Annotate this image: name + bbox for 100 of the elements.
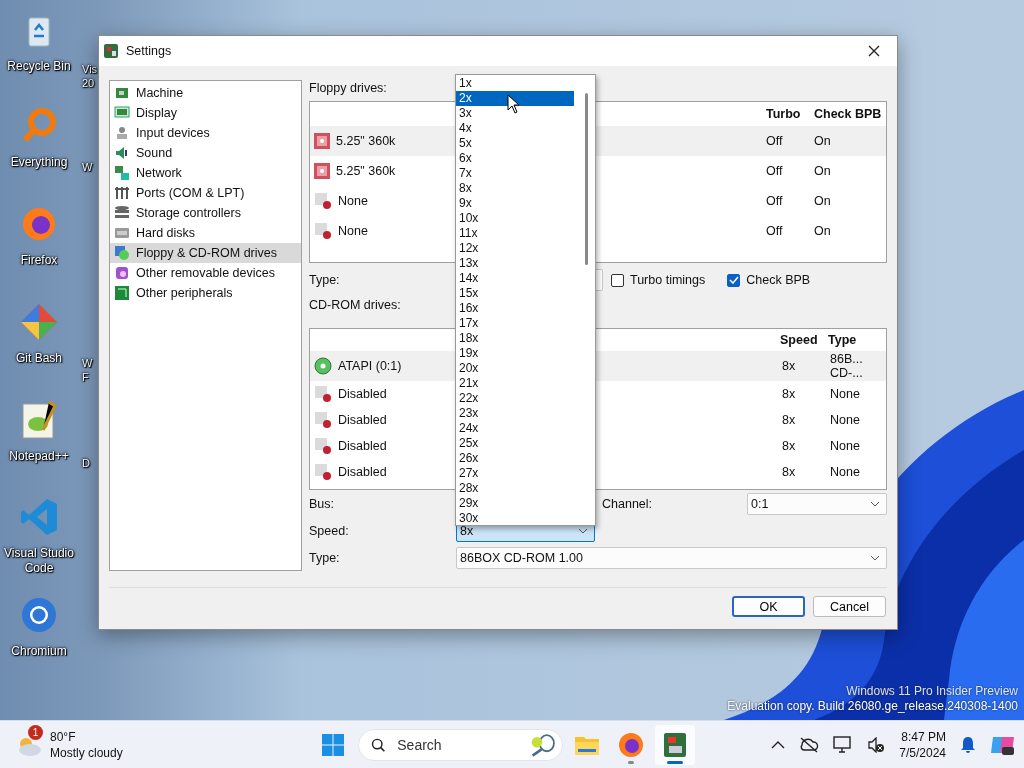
connector-icon bbox=[114, 185, 130, 201]
notification-badge: 1 bbox=[28, 724, 43, 740]
category-item[interactable]: Hard disks bbox=[110, 223, 301, 243]
scrollbar-thumb[interactable] bbox=[585, 93, 588, 265]
dialog-button[interactable]: Cancel bbox=[813, 596, 886, 617]
table-cell: 8x bbox=[782, 387, 796, 401]
list-option[interactable]: 22x bbox=[456, 391, 574, 406]
circuit-board-app-icon bbox=[661, 730, 689, 759]
shortcut-label: Notepad++ bbox=[8, 449, 70, 464]
list-option[interactable]: 27x bbox=[456, 466, 574, 481]
list-option[interactable]: 18x bbox=[456, 331, 574, 346]
bell-icon bbox=[960, 735, 976, 754]
table-cell: None bbox=[830, 387, 860, 401]
table-cell: On bbox=[814, 134, 831, 148]
category-item[interactable]: Floppy & CD-ROM drives bbox=[110, 243, 301, 263]
search-bar[interactable]: Search bbox=[358, 728, 563, 761]
shortcut-label: Git Bash bbox=[15, 351, 63, 366]
list-option[interactable]: 13x bbox=[456, 256, 574, 271]
temperature-text: 80°F bbox=[50, 728, 77, 745]
table-cell: Off bbox=[766, 194, 783, 208]
speaker-icon bbox=[114, 145, 130, 161]
field-label: Channel: bbox=[602, 496, 653, 511]
list-option[interactable]: 15x bbox=[456, 286, 574, 301]
dropdown-field[interactable]: 0:1 bbox=[747, 492, 887, 515]
chip-icon bbox=[114, 85, 130, 101]
table-cell: 8x bbox=[782, 465, 796, 479]
list-option[interactable]: 5x bbox=[456, 136, 574, 151]
category-item[interactable]: Display bbox=[110, 103, 301, 123]
drive-icon bbox=[114, 225, 130, 241]
list-option[interactable]: 20x bbox=[456, 361, 574, 376]
tennis-racket-icon bbox=[529, 731, 556, 758]
dropdown-field[interactable]: 86BOX CD-ROM 1.00 bbox=[456, 546, 887, 569]
category-item[interactable]: Storage controllers bbox=[110, 203, 301, 223]
table-cell: 5.25" 360k bbox=[336, 164, 396, 178]
category-item[interactable]: Ports (COM & LPT) bbox=[110, 183, 301, 203]
code-editor-icon bbox=[19, 497, 59, 537]
empty-drive-icon bbox=[314, 192, 332, 210]
table-cell: None bbox=[338, 224, 368, 238]
windows-logo-icon bbox=[321, 732, 345, 757]
clock[interactable]: 8:47 PM 7/5/2024 bbox=[899, 728, 946, 761]
field-label: Bus: bbox=[309, 496, 335, 511]
dialog-button[interactable]: OK bbox=[732, 596, 805, 617]
taskbar-app-button[interactable] bbox=[655, 724, 695, 765]
list-option[interactable]: 14x bbox=[456, 271, 574, 286]
chromium-icon bbox=[19, 595, 59, 635]
field-label: Type: bbox=[309, 550, 341, 565]
field-label: Type: bbox=[309, 273, 341, 287]
shortcut-label: Recycle Bin bbox=[6, 59, 72, 74]
category-item[interactable]: Input devices bbox=[110, 123, 301, 143]
category-item[interactable]: Machine bbox=[110, 83, 301, 103]
shortcut-label: Firefox bbox=[19, 253, 59, 268]
checkbox[interactable]: Turbo timings bbox=[611, 273, 706, 287]
list-option[interactable]: 17x bbox=[456, 316, 574, 331]
table-cell: Disabled bbox=[338, 387, 387, 401]
category-item[interactable]: Other peripherals bbox=[110, 283, 301, 303]
table-cell: Disabled bbox=[338, 413, 387, 427]
list-option[interactable]: 2x bbox=[456, 91, 574, 106]
list-option[interactable]: 3x bbox=[456, 106, 574, 121]
browser-fox-icon bbox=[617, 730, 645, 759]
category-item[interactable]: Network bbox=[110, 163, 301, 183]
search-input[interactable]: Search bbox=[395, 735, 520, 754]
empty-drive-icon bbox=[314, 463, 332, 481]
table-cell: 8x bbox=[782, 413, 796, 427]
empty-drive-icon bbox=[314, 222, 332, 240]
table-cell: Off bbox=[766, 224, 783, 238]
table-cell: 8x bbox=[782, 439, 796, 453]
disk-stack-icon bbox=[114, 205, 130, 221]
close-icon bbox=[867, 45, 880, 57]
field-label: Speed: bbox=[309, 523, 350, 538]
shortcut-label: Vis 20 bbox=[82, 62, 98, 90]
category-item[interactable]: Sound bbox=[110, 143, 301, 163]
build-notice-text: Windows 11 Pro Insider Preview bbox=[845, 684, 1018, 699]
table-cell: Disabled bbox=[338, 439, 387, 453]
empty-drive-icon bbox=[314, 411, 332, 429]
list-option[interactable]: 23x bbox=[456, 406, 574, 421]
shortcut-label: W bbox=[82, 160, 93, 174]
table-cell: Disabled bbox=[338, 465, 387, 479]
list-option[interactable]: 25x bbox=[456, 436, 574, 451]
search-icon bbox=[371, 736, 386, 753]
list-option[interactable]: 11x bbox=[456, 226, 574, 241]
table-cell: ATAPI (0:1) bbox=[338, 359, 402, 373]
shortcut-label: Visual Studio Code bbox=[3, 546, 75, 576]
monitor-icon bbox=[114, 105, 130, 121]
list-option[interactable]: 7x bbox=[456, 166, 574, 181]
column-header: Speed bbox=[779, 333, 819, 347]
diamond-tiles-icon bbox=[19, 302, 59, 342]
checkbox[interactable]: Check BPB bbox=[727, 273, 811, 287]
cd-disc-icon bbox=[314, 357, 332, 375]
table-cell: Off bbox=[766, 164, 783, 178]
list-option[interactable]: 1x bbox=[456, 76, 574, 91]
list-option[interactable]: 9x bbox=[456, 196, 574, 211]
list-option[interactable]: 29x bbox=[456, 496, 574, 511]
list-option[interactable]: 24x bbox=[456, 421, 574, 436]
empty-drive-icon bbox=[314, 437, 332, 455]
list-option[interactable]: 16x bbox=[456, 301, 574, 316]
chevron-down-icon bbox=[870, 500, 880, 507]
column-header: Type bbox=[827, 333, 858, 347]
category-item[interactable]: Other removable devices bbox=[110, 263, 301, 283]
table-cell: On bbox=[814, 194, 831, 208]
shortcut-label: Everything bbox=[9, 155, 69, 170]
